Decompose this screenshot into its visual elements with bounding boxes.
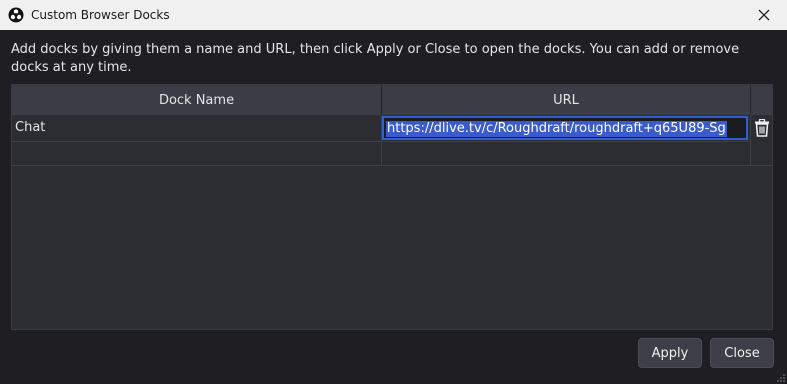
trash-icon xyxy=(755,119,769,137)
table-row-actions-cell-empty xyxy=(751,142,772,166)
table-row-name-cell[interactable]: Chat xyxy=(12,115,382,142)
table-row-name-cell-empty[interactable] xyxy=(12,142,382,166)
table-row-url-cell-empty[interactable] xyxy=(382,142,751,166)
close-icon xyxy=(758,9,770,21)
apply-button[interactable]: Apply xyxy=(638,338,702,368)
window-close-button[interactable] xyxy=(741,0,787,30)
docks-table[interactable]: Dock Name URL Chat https://dlive.tv/c/Ro… xyxy=(11,84,773,330)
obs-logo-icon xyxy=(8,7,24,23)
dialog-body: Add docks by giving them a name and URL,… xyxy=(0,30,787,384)
dock-name-value: Chat xyxy=(15,120,46,135)
column-header-url[interactable]: URL xyxy=(382,85,751,115)
url-selected-text: https://dlive.tv/c/Roughdraft/roughdraft… xyxy=(386,121,727,137)
resize-grip-icon[interactable] xyxy=(777,374,785,382)
column-header-actions xyxy=(751,85,772,115)
title-bar: Custom Browser Docks xyxy=(0,0,787,30)
url-edit-field[interactable]: https://dlive.tv/c/Roughdraft/roughdraft… xyxy=(382,116,748,140)
column-header-dock-name[interactable]: Dock Name xyxy=(12,85,382,115)
delete-dock-button[interactable] xyxy=(752,117,772,139)
close-button[interactable]: Close xyxy=(710,338,774,368)
window-title: Custom Browser Docks xyxy=(31,8,170,22)
instructions-text: Add docks by giving them a name and URL,… xyxy=(11,42,740,75)
